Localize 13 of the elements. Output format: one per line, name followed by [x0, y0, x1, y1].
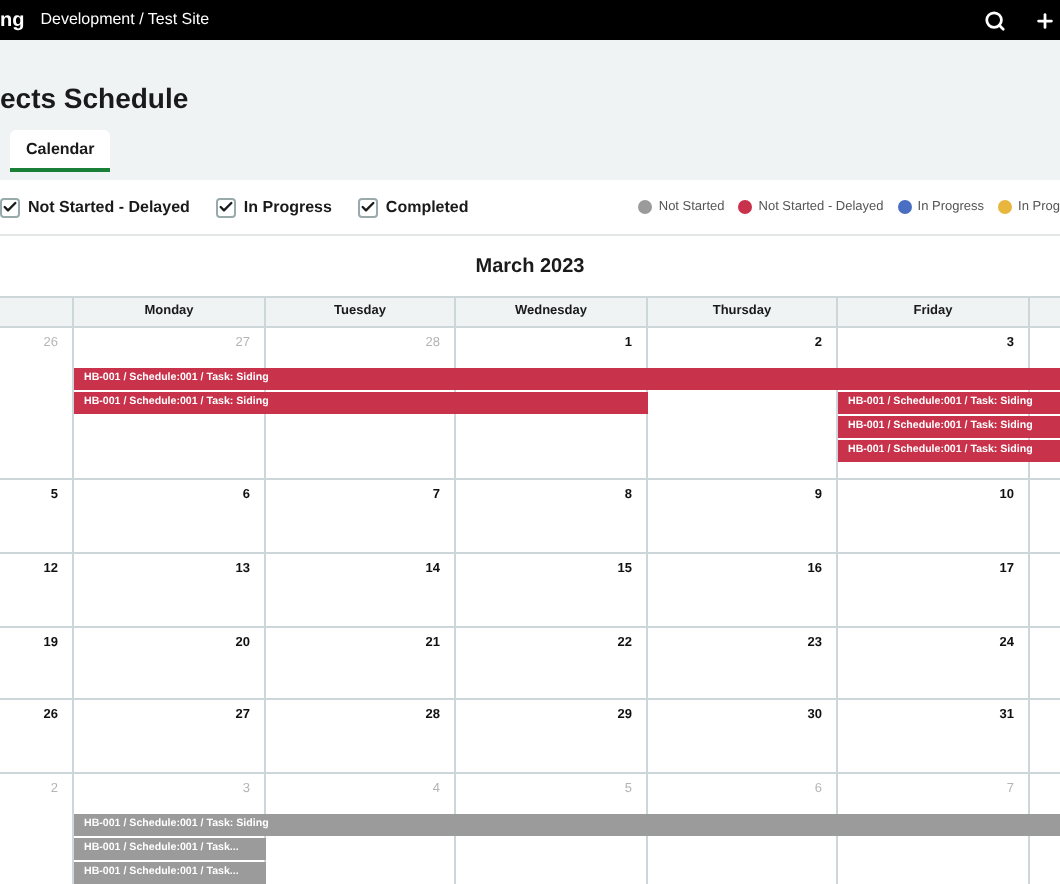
filter-label: Not Started - Delayed: [28, 195, 190, 219]
calendar-tab[interactable]: Calendar: [10, 130, 111, 172]
brand-name: ng: [0, 7, 25, 35]
filter-checkbox[interactable]: [357, 197, 378, 217]
page-title: ects Schedule: [0, 84, 191, 118]
search-icon[interactable]: [984, 9, 1006, 31]
breadcrumb[interactable]: Development / Test Site: [40, 8, 210, 32]
filter-label: Completed: [385, 195, 469, 219]
filter-label: In Progress: [243, 195, 332, 219]
filter-checkbox[interactable]: [0, 197, 20, 217]
add-icon[interactable]: [1034, 9, 1056, 31]
month-title: March 2023: [475, 253, 585, 281]
filter-checkbox[interactable]: [215, 197, 236, 217]
